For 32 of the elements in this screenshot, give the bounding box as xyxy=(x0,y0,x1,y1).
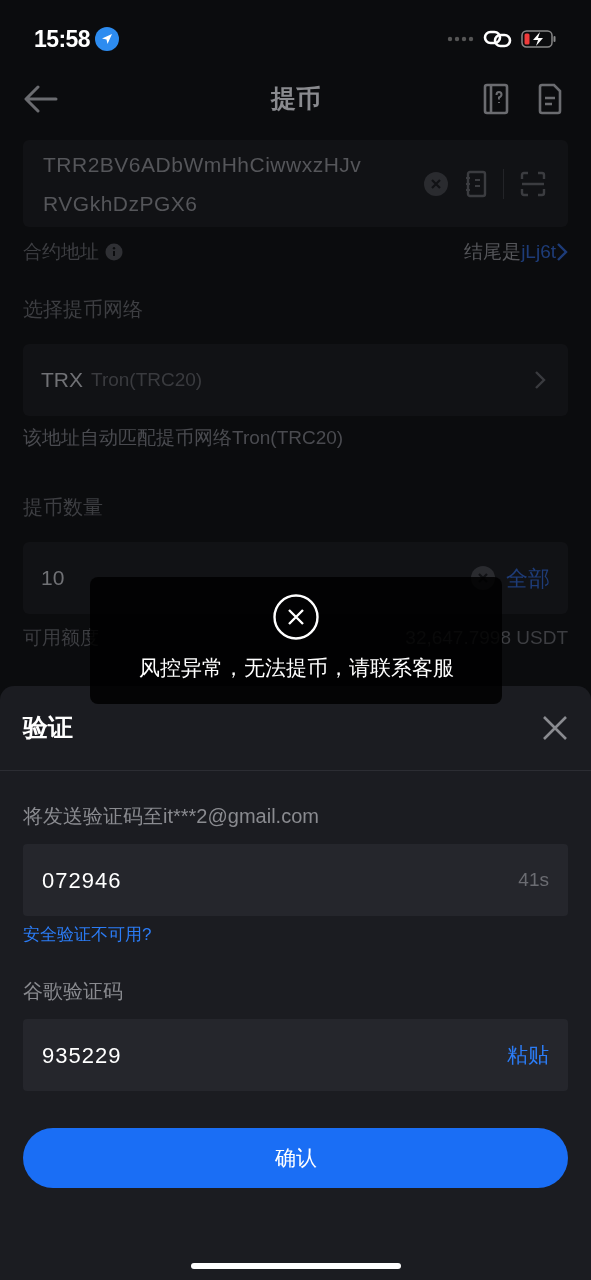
back-arrow-icon[interactable] xyxy=(24,85,58,113)
security-unavailable-link[interactable]: 安全验证不可用? xyxy=(23,922,152,948)
contract-ending-link[interactable]: 结尾是jLj6t xyxy=(464,237,568,267)
chevron-right-icon xyxy=(534,370,546,390)
error-icon xyxy=(273,594,319,640)
network-hint: 该地址自动匹配提币网络Tron(TRC20) xyxy=(23,426,345,450)
close-icon[interactable] xyxy=(542,715,568,741)
location-icon xyxy=(93,26,120,52)
battery-icon xyxy=(521,29,557,49)
chevron-right-icon xyxy=(556,242,568,262)
paste-button[interactable]: 粘贴 xyxy=(507,1039,549,1071)
help-book-icon[interactable] xyxy=(483,83,509,115)
confirm-button[interactable]: 确认 xyxy=(23,1128,568,1188)
code-value: 072946 xyxy=(42,866,122,895)
signal-icon xyxy=(447,36,475,42)
ending-label: 结尾是 xyxy=(464,239,522,264)
countdown-text: 41s xyxy=(518,867,549,892)
amount-value: 10 xyxy=(41,565,65,592)
status-time: 15:58 xyxy=(34,24,90,54)
link-icon xyxy=(483,29,513,49)
code-value: 935229 xyxy=(42,1041,122,1070)
page-title: 提币 xyxy=(270,83,321,115)
sheet-title: 验证 xyxy=(23,712,73,744)
field-label: 谷歌验证码 xyxy=(23,979,124,1004)
code-field[interactable]: 072946 41s xyxy=(23,844,568,916)
address-text: TRR2BV6ADbWmHhCiwwxzHJvRVGkhDzPGX6 xyxy=(43,151,363,217)
toast-message: 风控异常，无法提币，请联系客服 xyxy=(138,655,454,681)
network-symbol: TRX xyxy=(41,367,83,394)
ending-value: jLj6t xyxy=(521,239,556,264)
code-field[interactable]: 935229 粘贴 xyxy=(23,1019,568,1091)
field-label: 将发送验证码至it***2@gmail.com xyxy=(23,804,320,829)
document-icon[interactable] xyxy=(537,83,563,115)
